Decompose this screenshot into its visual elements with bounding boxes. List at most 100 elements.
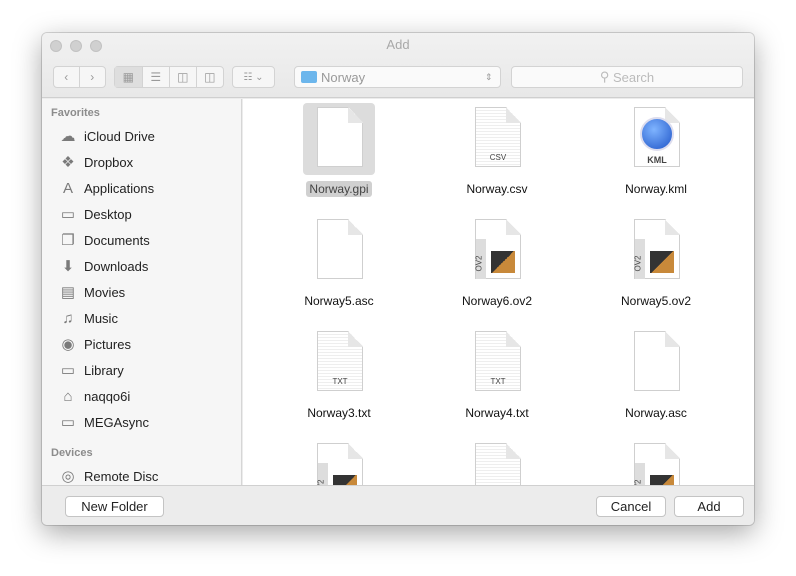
arrange-button[interactable]: ☷ ⌄ xyxy=(232,66,275,88)
file-type-tag: OV2 xyxy=(474,255,484,272)
file-name: Norway.csv xyxy=(466,182,528,196)
coverflow-view-button[interactable]: ◫ xyxy=(197,67,224,87)
file-item[interactable]: OV2 xyxy=(581,439,731,485)
search-icon: ⚲ xyxy=(599,69,613,84)
sidebar-item-label: Desktop xyxy=(84,206,132,222)
ov2-file-icon: OV2 xyxy=(620,439,692,485)
file-item[interactable] xyxy=(422,439,572,485)
forward-button[interactable]: › xyxy=(80,67,105,87)
new-folder-button[interactable]: New Folder xyxy=(65,496,164,517)
add-dialog: Add ‹ › ▦ ☰ ◫ ◫ ☷ ⌄ Norway ⇕ ⚲ Search Fa… xyxy=(42,33,754,525)
sidebar-item-pictures[interactable]: ◉ Pictures xyxy=(58,333,131,355)
sidebar: Favorites Devices ☁ iCloud Drive ❖ Dropbox A… xyxy=(42,99,242,485)
column-view-button[interactable]: ◫ xyxy=(170,67,197,87)
file-name: Norway5.asc xyxy=(304,294,374,308)
sidebar-item-label: naqqo6i xyxy=(84,388,131,404)
file-name: Norway.kml xyxy=(625,182,687,196)
file-name: Norway.asc xyxy=(625,406,687,420)
file-name: Norway.gpi xyxy=(306,181,372,197)
sidebar-item-label: MEGAsync xyxy=(84,414,150,430)
nav-buttons: ‹ › xyxy=(53,66,106,88)
file-name: Norway4.txt xyxy=(465,406,529,420)
ov2-file-icon: OV2 xyxy=(303,439,375,485)
desktop-icon: ▭ xyxy=(60,206,76,223)
csv-file-icon: CSV xyxy=(461,103,533,175)
sidebar-item-label: Remote Disc xyxy=(84,468,159,484)
sidebar-item-label: Dropbox xyxy=(84,154,134,170)
sidebar-item-label: iCloud Drive xyxy=(84,128,155,144)
folder-icon: ▭ xyxy=(60,414,76,431)
sidebar-item-label: Downloads xyxy=(84,258,149,274)
sidebar-item-downloads[interactable]: ⬇ Downloads xyxy=(58,255,149,277)
file-item[interactable]: OV2 Norway5.ov2 xyxy=(581,215,731,310)
ov2-file-icon: OV2 xyxy=(461,215,533,287)
sidebar-item-music[interactable]: ♫ Music xyxy=(58,307,118,329)
favorites-header: Favorites xyxy=(51,107,100,119)
sidebar-item-label: Documents xyxy=(84,232,150,248)
file-name: Norway3.txt xyxy=(307,406,371,420)
file-type-tag: TXT xyxy=(332,377,348,386)
folder-icon xyxy=(301,71,317,83)
ov2-file-icon: OV2 xyxy=(620,215,692,287)
back-button[interactable]: ‹ xyxy=(54,67,80,87)
file-type-tag: TXT xyxy=(490,377,506,386)
arrange-icon: ☷ ⌄ xyxy=(243,71,264,83)
kml-file-icon: KML xyxy=(620,103,692,175)
file-item[interactable]: OV2 Norway6.ov2 xyxy=(422,215,572,310)
blank-file-icon xyxy=(303,103,375,175)
sidebar-item-naqqo6i[interactable]: ⌂ naqqo6i xyxy=(58,385,130,407)
sidebar-item-movies[interactable]: ▤ Movies xyxy=(58,281,125,303)
devices-header: Devices xyxy=(51,447,93,459)
file-item[interactable]: TXT Norway3.txt xyxy=(264,327,414,422)
sidebar-item-label: Library xyxy=(84,362,124,378)
downloads-icon: ⬇ xyxy=(61,258,75,275)
documents-icon: ❐ xyxy=(61,232,75,249)
sidebar-item-applications[interactable]: A Applications xyxy=(58,177,154,199)
file-type-tag: OV2 xyxy=(633,255,643,272)
location-label: Norway xyxy=(321,69,366,85)
location-popup[interactable]: Norway ⇕ xyxy=(294,66,501,88)
file-item[interactable]: TXT Norway4.txt xyxy=(422,327,572,422)
applications-icon: A xyxy=(62,179,73,197)
file-type-tag: CSV xyxy=(489,153,507,162)
list-view-button[interactable]: ☰ xyxy=(143,67,170,87)
sidebar-item-megasync[interactable]: ▭ MEGAsync xyxy=(58,411,149,433)
txt-file-icon: TXT xyxy=(461,327,533,399)
sidebar-item-label: Movies xyxy=(84,284,126,300)
add-button[interactable]: Add xyxy=(674,496,744,517)
sidebar-item-library[interactable]: ▭ Library xyxy=(58,359,124,381)
sidebar-item-documents[interactable]: ❐ Documents xyxy=(58,229,150,251)
sidebar-item-dropbox[interactable]: ❖ Dropbox xyxy=(58,151,133,173)
search-field[interactable]: ⚲ Search xyxy=(511,66,743,88)
file-item[interactable]: Norway.asc xyxy=(581,327,731,422)
window-title: Add xyxy=(386,37,410,52)
search-placeholder: Search xyxy=(612,69,655,85)
txt-file-icon: TXT xyxy=(303,327,375,399)
file-item[interactable]: OV2 xyxy=(264,439,414,485)
file-item[interactable]: CSV Norway.csv xyxy=(422,103,572,198)
file-type-tag: KML xyxy=(647,155,667,165)
blank-file-icon xyxy=(303,215,375,287)
view-mode-control: ▦ ☰ ◫ ◫ xyxy=(114,66,224,88)
file-item[interactable]: KML Norway.kml xyxy=(581,103,731,198)
title-bar: Add ‹ › ▦ ☰ ◫ ◫ ☷ ⌄ Norway ⇕ ⚲ Search xyxy=(42,33,754,98)
sidebar-item-icloud-drive[interactable]: ☁ iCloud Drive xyxy=(58,125,155,147)
updown-chevron-icon: ⇕ xyxy=(485,71,493,82)
file-item[interactable]: Norway5.asc xyxy=(264,215,414,310)
file-name: Norway6.ov2 xyxy=(461,294,533,308)
music-note-icon: ♫ xyxy=(62,309,74,327)
cloud-icon: ☁ xyxy=(60,128,76,145)
dropbox-icon: ❖ xyxy=(61,154,75,171)
sidebar-item-label: Music xyxy=(84,310,118,326)
file-name: Norway5.ov2 xyxy=(620,294,692,308)
film-icon: ▤ xyxy=(60,284,76,301)
home-icon: ⌂ xyxy=(63,387,73,405)
sidebar-item-remote-disc[interactable]: ◎ Remote Disc xyxy=(58,465,158,487)
cancel-button[interactable]: Cancel xyxy=(596,496,666,517)
bottom-bar: New Folder Cancel Add xyxy=(42,485,754,525)
file-item[interactable]: Norway.gpi xyxy=(264,103,414,198)
file-grid: Norway.gpi CSV Norway.csv KML Norway.kml Norw… xyxy=(243,99,754,485)
camera-icon: ◉ xyxy=(61,336,75,353)
icon-view-button[interactable]: ▦ xyxy=(115,67,143,87)
sidebar-item-desktop[interactable]: ▭ Desktop xyxy=(58,203,132,225)
